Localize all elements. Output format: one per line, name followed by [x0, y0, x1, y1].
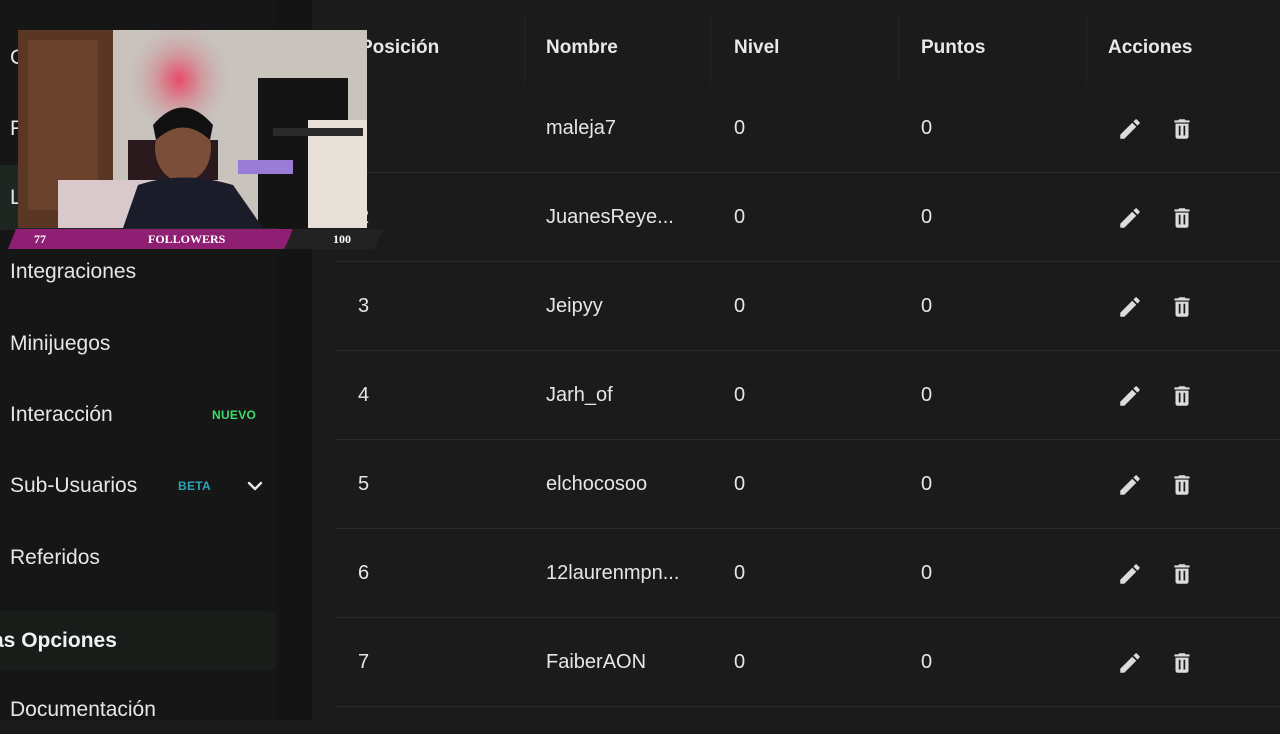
- row-divider: [336, 261, 1280, 262]
- column-header-puntos[interactable]: Puntos: [921, 30, 985, 66]
- cell-position: 4: [358, 383, 370, 406]
- trash-icon[interactable]: [1169, 383, 1195, 409]
- pencil-icon[interactable]: [1117, 561, 1143, 587]
- sidebar-item-label: Sub-Usuarios: [10, 474, 138, 497]
- column-header-posicion[interactable]: Posición: [360, 30, 439, 66]
- sidebar-item-label: Referidos: [10, 546, 100, 569]
- cell-level: 0: [734, 294, 746, 317]
- pencil-icon[interactable]: [1117, 205, 1143, 231]
- trash-icon[interactable]: [1169, 205, 1195, 231]
- cell-name: JuanesReye...: [546, 205, 674, 228]
- row-divider: [336, 528, 1280, 529]
- pencil-icon[interactable]: [1117, 294, 1143, 320]
- trash-icon[interactable]: [1169, 294, 1195, 320]
- beta-badge: BETA: [178, 479, 211, 493]
- cell-position: 6: [358, 561, 370, 584]
- cell-points: 0: [921, 650, 933, 673]
- sidebar-item-documentacion[interactable]: Documentación: [0, 686, 278, 734]
- sidebar-item-label: Interacción: [10, 403, 113, 426]
- cell-level: 0: [734, 650, 746, 673]
- column-header-nombre[interactable]: Nombre: [546, 30, 618, 66]
- cell-name: Jeipyy: [546, 294, 603, 317]
- row-divider: [336, 350, 1280, 351]
- cell-name: maleja7: [546, 116, 617, 139]
- leaderboard-table: Posición Nombre Nivel Puntos Acciones ma…: [312, 0, 1280, 720]
- followers-goal: 100: [333, 232, 351, 246]
- sidebar-item-label: Minijuegos: [10, 332, 111, 355]
- cell-points: 0: [921, 383, 933, 406]
- row-divider: [336, 439, 1280, 440]
- cell-level: 0: [734, 561, 746, 584]
- section-header-label: as Opciones: [0, 629, 117, 652]
- trash-icon[interactable]: [1169, 561, 1195, 587]
- cell-name: 12laurenmpn...: [546, 561, 680, 584]
- sidebar-item-label: Integraciones: [10, 260, 137, 283]
- pencil-icon[interactable]: [1117, 116, 1143, 142]
- cell-name: FaiberAON: [546, 650, 647, 673]
- cell-position: 5: [358, 472, 370, 495]
- sidebar-item-label: Documentación: [10, 698, 156, 721]
- cell-level: 0: [734, 472, 746, 495]
- column-header-acciones: Acciones: [1108, 37, 1193, 58]
- column-divider: [898, 14, 899, 84]
- trash-icon[interactable]: [1169, 472, 1195, 498]
- column-divider: [524, 14, 525, 84]
- followers-current: 77: [34, 232, 46, 246]
- chevron-down-icon[interactable]: [246, 477, 264, 495]
- pencil-icon[interactable]: [1117, 650, 1143, 676]
- cell-position: 3: [358, 294, 370, 317]
- new-badge: NUEVO: [212, 408, 257, 422]
- followers-goal-bar: 77 FOLLOWERS 100: [0, 229, 385, 251]
- cell-level: 0: [734, 116, 746, 139]
- trash-icon[interactable]: [1169, 116, 1195, 142]
- sidebar-item-referidos[interactable]: Referidos: [0, 534, 278, 582]
- cell-points: 0: [921, 294, 933, 317]
- cell-name: Jarh_of: [546, 383, 613, 406]
- cell-points: 0: [921, 116, 933, 139]
- webcam-image: [18, 30, 367, 228]
- sidebar-item-sub-usuarios[interactable]: Sub-Usuarios BETA: [0, 462, 278, 510]
- column-divider: [710, 14, 711, 84]
- column-divider: [1086, 14, 1087, 84]
- pencil-icon[interactable]: [1117, 472, 1143, 498]
- trash-icon[interactable]: [1169, 650, 1195, 676]
- sidebar-item-interaccion[interactable]: Interacción NUEVO: [0, 391, 278, 439]
- followers-label: FOLLOWERS: [148, 232, 226, 246]
- row-divider: [336, 617, 1280, 618]
- column-header-nivel[interactable]: Nivel: [734, 30, 779, 66]
- cell-position: 7: [358, 650, 370, 673]
- row-divider: [336, 172, 1280, 173]
- pencil-icon[interactable]: [1117, 383, 1143, 409]
- cell-points: 0: [921, 561, 933, 584]
- row-divider: [336, 706, 1280, 707]
- cell-level: 0: [734, 205, 746, 228]
- cell-name: elchocosoo: [546, 472, 648, 495]
- sidebar-item-integraciones[interactable]: Integraciones: [0, 248, 278, 296]
- cell-points: 0: [921, 205, 933, 228]
- sidebar-item-minijuegos[interactable]: Minijuegos: [0, 320, 278, 368]
- section-header-opciones[interactable]: as Opciones: [0, 611, 276, 671]
- cell-level: 0: [734, 383, 746, 406]
- webcam-overlay: [18, 30, 367, 228]
- cell-points: 0: [921, 472, 933, 495]
